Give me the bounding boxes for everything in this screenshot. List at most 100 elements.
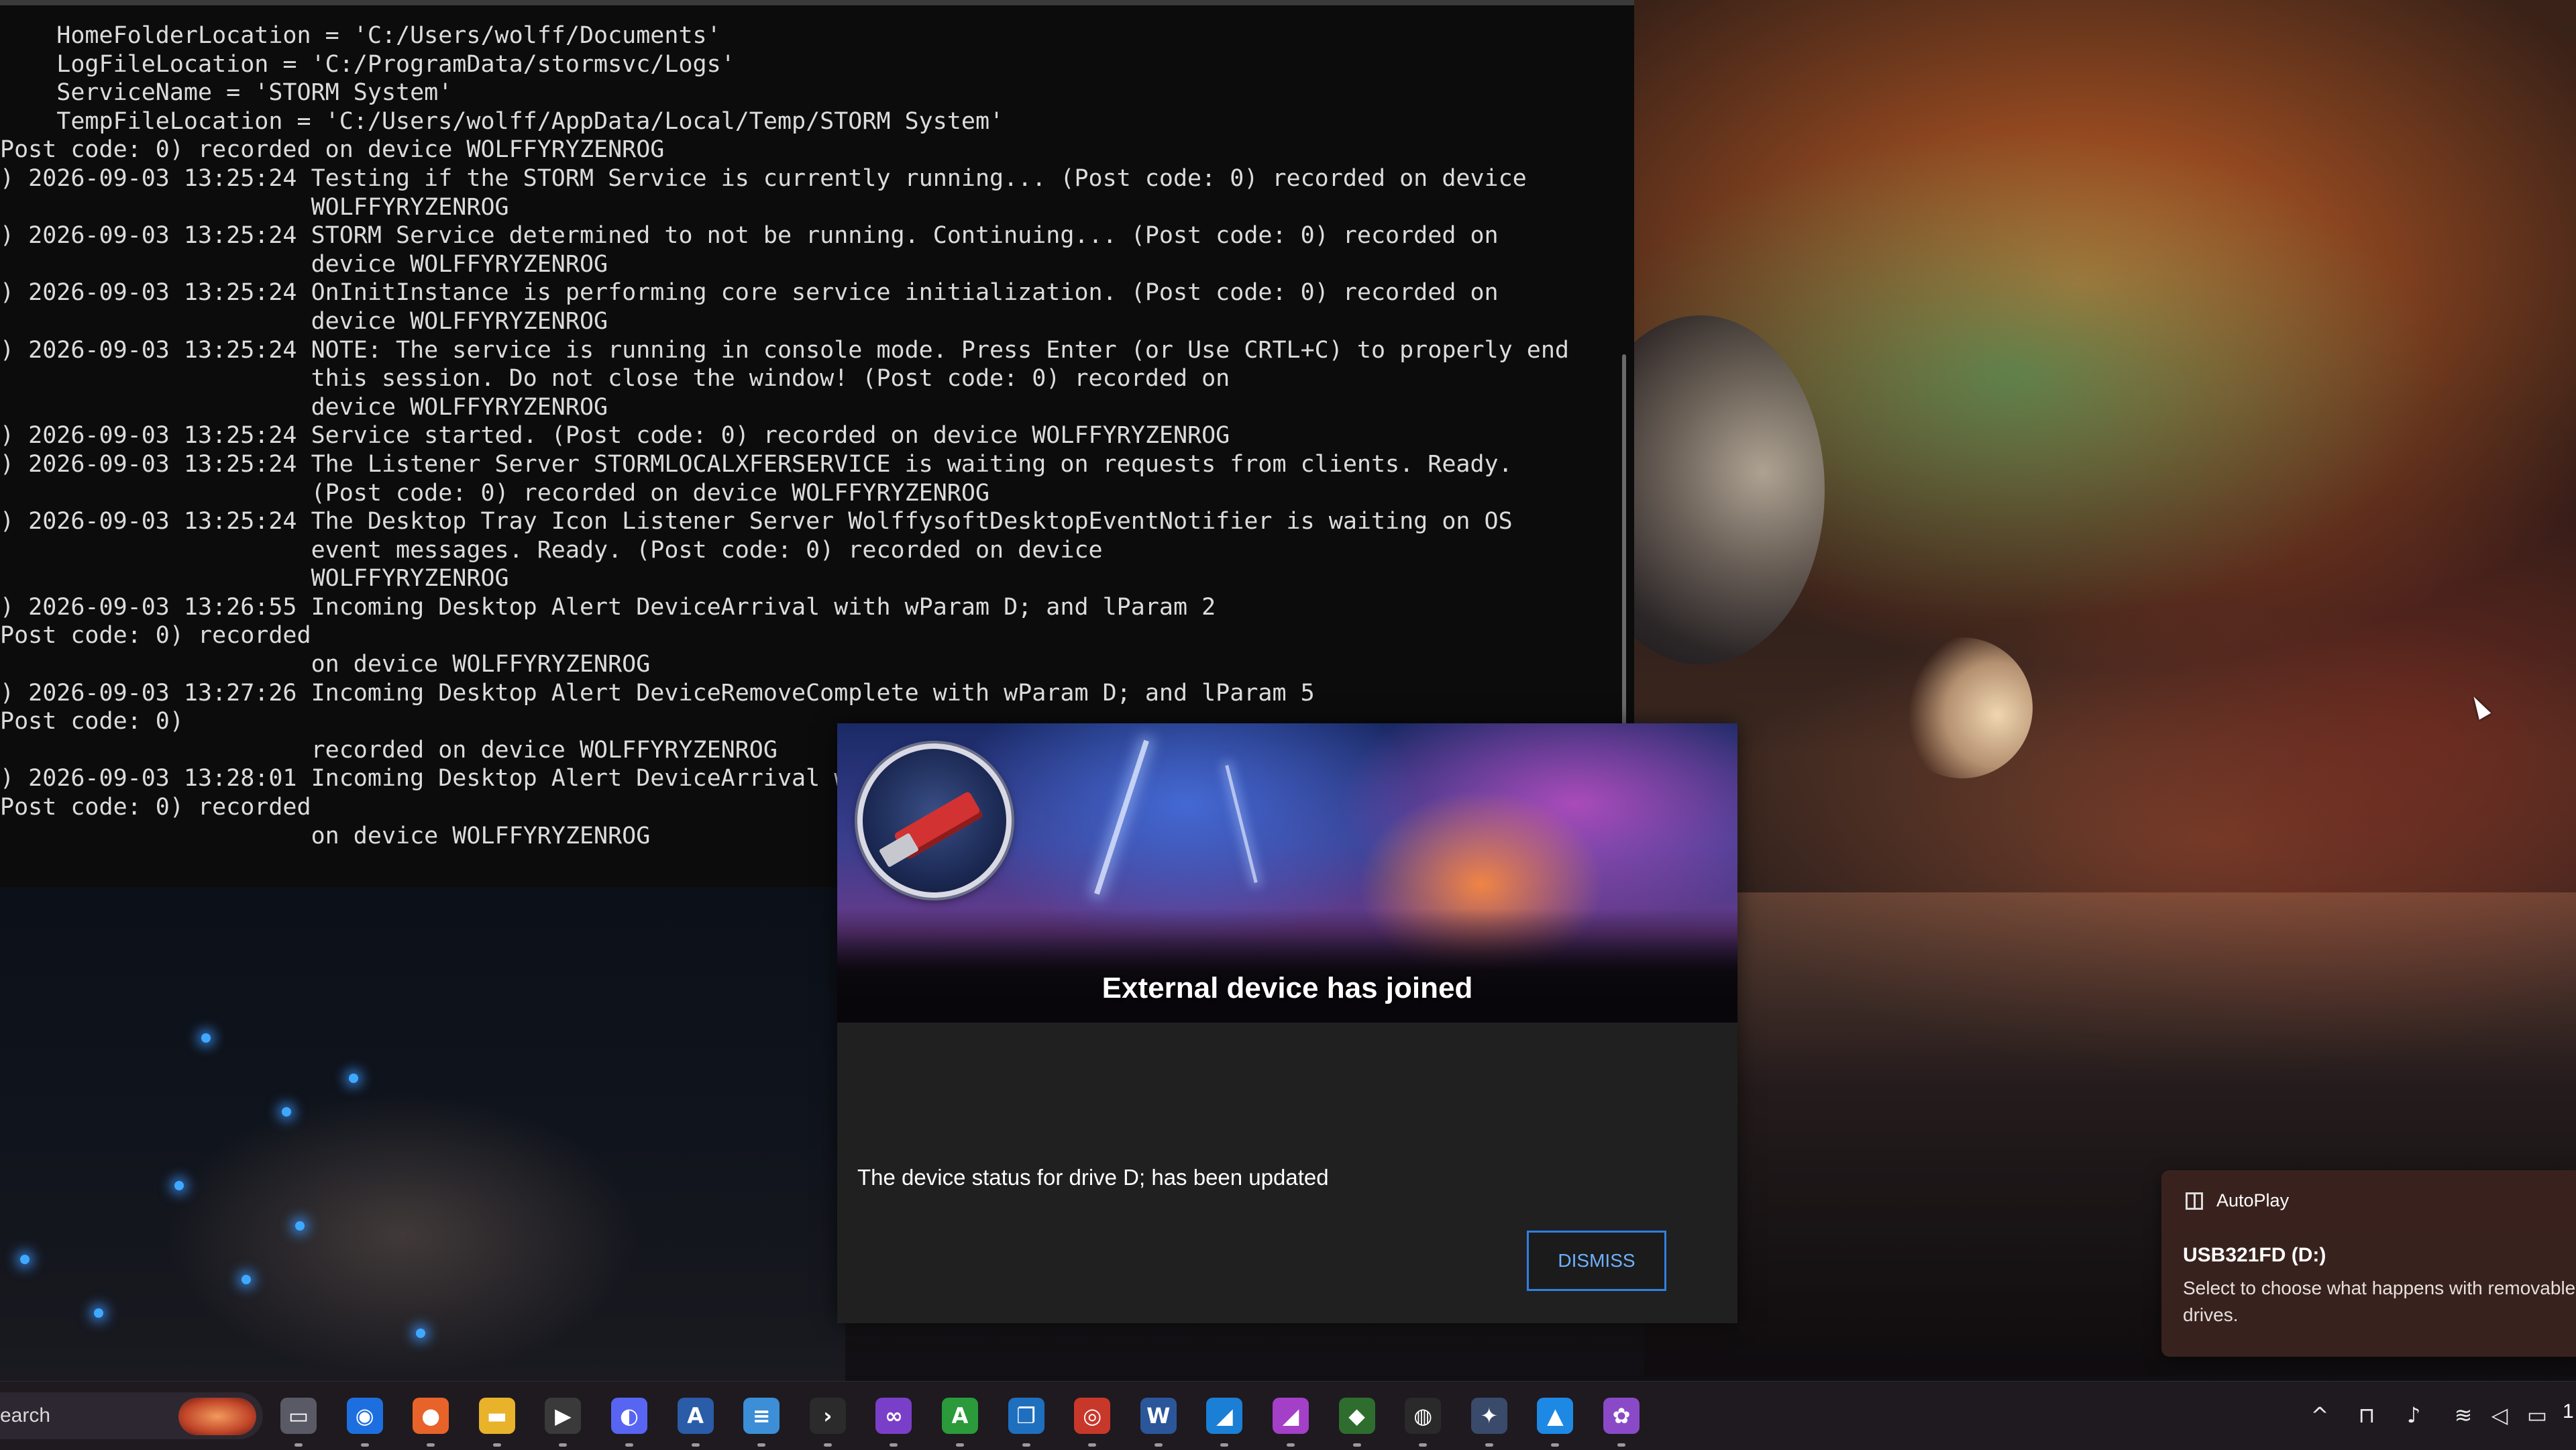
store-icon[interactable]: A <box>677 1398 714 1434</box>
glow-light <box>201 1033 211 1043</box>
play-icon[interactable]: ▶ <box>545 1398 582 1434</box>
console-line: ) 2026-09-03 13:25:24 Testing if the STO… <box>0 164 1527 192</box>
browser-icon[interactable]: ◉ <box>346 1398 383 1434</box>
console-line: TempFileLocation = 'C:/Users/wolff/AppDa… <box>0 107 1004 135</box>
console-line: device WOLFFYRYZENROG <box>0 393 608 421</box>
task-view-icon[interactable]: ▭ <box>280 1398 317 1434</box>
dialog-title: External device has joined <box>1102 972 1473 1004</box>
running-indicator <box>757 1443 766 1447</box>
running-indicator <box>1287 1443 1295 1447</box>
notepad-icon[interactable]: ≡ <box>743 1398 780 1434</box>
console-line: ) 2026-09-03 13:25:24 Service started. (… <box>0 422 1230 450</box>
word-icon[interactable]: W <box>1140 1398 1177 1434</box>
beach <box>0 886 845 1382</box>
chrome-icon[interactable]: ◎ <box>1074 1398 1111 1434</box>
usb-drive-icon <box>857 743 1012 898</box>
running-indicator <box>1154 1443 1163 1447</box>
device-notification-dialog: External device has joined The device st… <box>837 723 1737 1323</box>
firefox-icon[interactable]: ● <box>413 1398 449 1434</box>
console-line: on device WOLFFYRYZENROG <box>0 651 651 678</box>
running-indicator <box>1617 1443 1625 1447</box>
search-box[interactable]: earch <box>0 1392 263 1439</box>
photos-icon[interactable]: ▲ <box>1537 1398 1574 1434</box>
running-indicator <box>890 1443 898 1447</box>
running-indicator <box>1352 1443 1361 1447</box>
running-indicator <box>1485 1443 1493 1447</box>
wifi-icon[interactable]: ≋ <box>2450 1402 2477 1429</box>
terminal-icon[interactable]: › <box>809 1398 846 1434</box>
battery-icon[interactable]: ▭ <box>2524 1402 2551 1429</box>
running-indicator <box>691 1443 700 1447</box>
running-indicator <box>823 1443 832 1447</box>
console-line: Post code: 0) recorded on device WOLFFYR… <box>0 136 665 164</box>
toast-body: Select to choose what happens with remov… <box>2183 1278 2576 1325</box>
dialog-banner: External device has joined <box>837 723 1737 1023</box>
console-line: WOLFFYRYZENROG <box>0 193 509 221</box>
console-scrollbar[interactable] <box>1622 354 1626 730</box>
console-line: device WOLFFYRYZENROG <box>0 307 608 335</box>
copilot-icon[interactable]: ✿ <box>1603 1398 1640 1434</box>
davinci-icon[interactable]: ✦ <box>1470 1398 1507 1434</box>
glow-light <box>282 1107 291 1117</box>
running-indicator <box>1220 1443 1229 1447</box>
clock[interactable]: 1 <box>2563 1400 2574 1423</box>
glow-light <box>241 1275 251 1284</box>
autoplay-toast[interactable]: AutoPlay USB321FD (D:) Select to choose … <box>2161 1170 2576 1357</box>
search-label: earch <box>0 1404 51 1427</box>
running-indicator <box>1551 1443 1560 1447</box>
toast-app-name: AutoPlay <box>2216 1190 2290 1210</box>
running-indicator <box>625 1443 633 1447</box>
affinity-photo-icon[interactable]: ◢ <box>1273 1398 1309 1434</box>
crescent-moon <box>1892 637 2033 778</box>
taskbar: earch ▭ ◉ ● ▬ ▶ ◐ A ≡ › ∞ A ❐ ◎ W ◢ ◢ ◆ ◍ ✦ ▲ ✿ ^ ⊓ ♪ ≋ ◁ ▭ 1 <box>0 1381 2576 1450</box>
microphone-icon[interactable]: ♪ <box>2400 1402 2427 1429</box>
running-indicator <box>294 1443 303 1447</box>
window-icon[interactable]: ❐ <box>1008 1398 1044 1434</box>
toast-app-header: AutoPlay <box>2186 1190 2289 1211</box>
console-line: ) 2026-09-03 13:25:24 NOTE: The service … <box>0 336 1569 364</box>
glow-light <box>20 1255 30 1264</box>
toast-title: USB321FD (D:) <box>2183 1244 2326 1266</box>
running-indicator <box>1022 1443 1030 1447</box>
dismiss-button[interactable]: DISMISS <box>1527 1231 1666 1291</box>
record-icon[interactable]: ◍ <box>1405 1398 1442 1434</box>
visual-studio-icon[interactable]: ∞ <box>875 1398 912 1434</box>
console-line: this session. Do not close the window! (… <box>0 365 1230 393</box>
running-indicator <box>956 1443 964 1447</box>
running-indicator <box>427 1443 435 1447</box>
console-line: ServiceName = 'STORM System' <box>0 79 453 107</box>
running-indicator <box>492 1443 501 1447</box>
console-line: ) 2026-09-03 13:25:24 The Desktop Tray I… <box>0 508 1513 535</box>
console-line: device WOLFFYRYZENROG <box>0 250 608 278</box>
console-line: (Post code: 0) recorded on device WOLFFY… <box>0 479 990 507</box>
discord-icon[interactable]: ◐ <box>611 1398 647 1434</box>
running-indicator <box>1088 1443 1097 1447</box>
console-line: HomeFolderLocation = 'C:/Users/wolff/Doc… <box>0 22 721 49</box>
glow-light <box>174 1181 184 1190</box>
folder-icon[interactable]: ▬ <box>478 1398 515 1434</box>
glow-light <box>94 1308 103 1318</box>
glow-light <box>295 1221 305 1231</box>
console-line: Post code: 0) recorded <box>0 622 311 650</box>
glow-light <box>349 1074 358 1083</box>
console-line: event messages. Ready. (Post code: 0) re… <box>0 536 1103 564</box>
console-line: ) 2026-09-03 13:27:26 Incoming Desktop A… <box>0 679 1315 707</box>
console-line: ) 2026-09-03 13:25:24 STORM Service dete… <box>0 222 1499 250</box>
console-line: WOLFFYRYZENROG <box>0 565 509 592</box>
affinity-designer-icon[interactable]: ◢ <box>1206 1398 1243 1434</box>
android-icon[interactable]: A <box>942 1398 978 1434</box>
lightning-bolt <box>1094 739 1149 895</box>
console-line: ) 2026-09-03 13:25:24 The Listener Serve… <box>0 450 1513 478</box>
usb-drive-icon[interactable]: ⊓ <box>2353 1402 2380 1429</box>
mouse-cursor-icon <box>2467 693 2491 720</box>
volume-icon[interactable]: ◁ <box>2486 1402 2513 1429</box>
console-line: ) 2026-09-03 13:26:55 Incoming Desktop A… <box>0 593 1216 621</box>
running-indicator <box>559 1443 568 1447</box>
chevron-up-icon[interactable]: ^ <box>2306 1402 2333 1429</box>
lightning-bolt <box>1225 765 1258 883</box>
console-line: ) 2026-09-03 13:25:24 OnInitInstance is … <box>0 279 1499 307</box>
dialog-message: The device status for drive D; has been … <box>857 1165 1329 1190</box>
git-icon[interactable]: ◆ <box>1338 1398 1375 1434</box>
autoplay-icon <box>2186 1192 2203 1210</box>
console-line: LogFileLocation = 'C:/ProgramData/storms… <box>0 50 735 78</box>
